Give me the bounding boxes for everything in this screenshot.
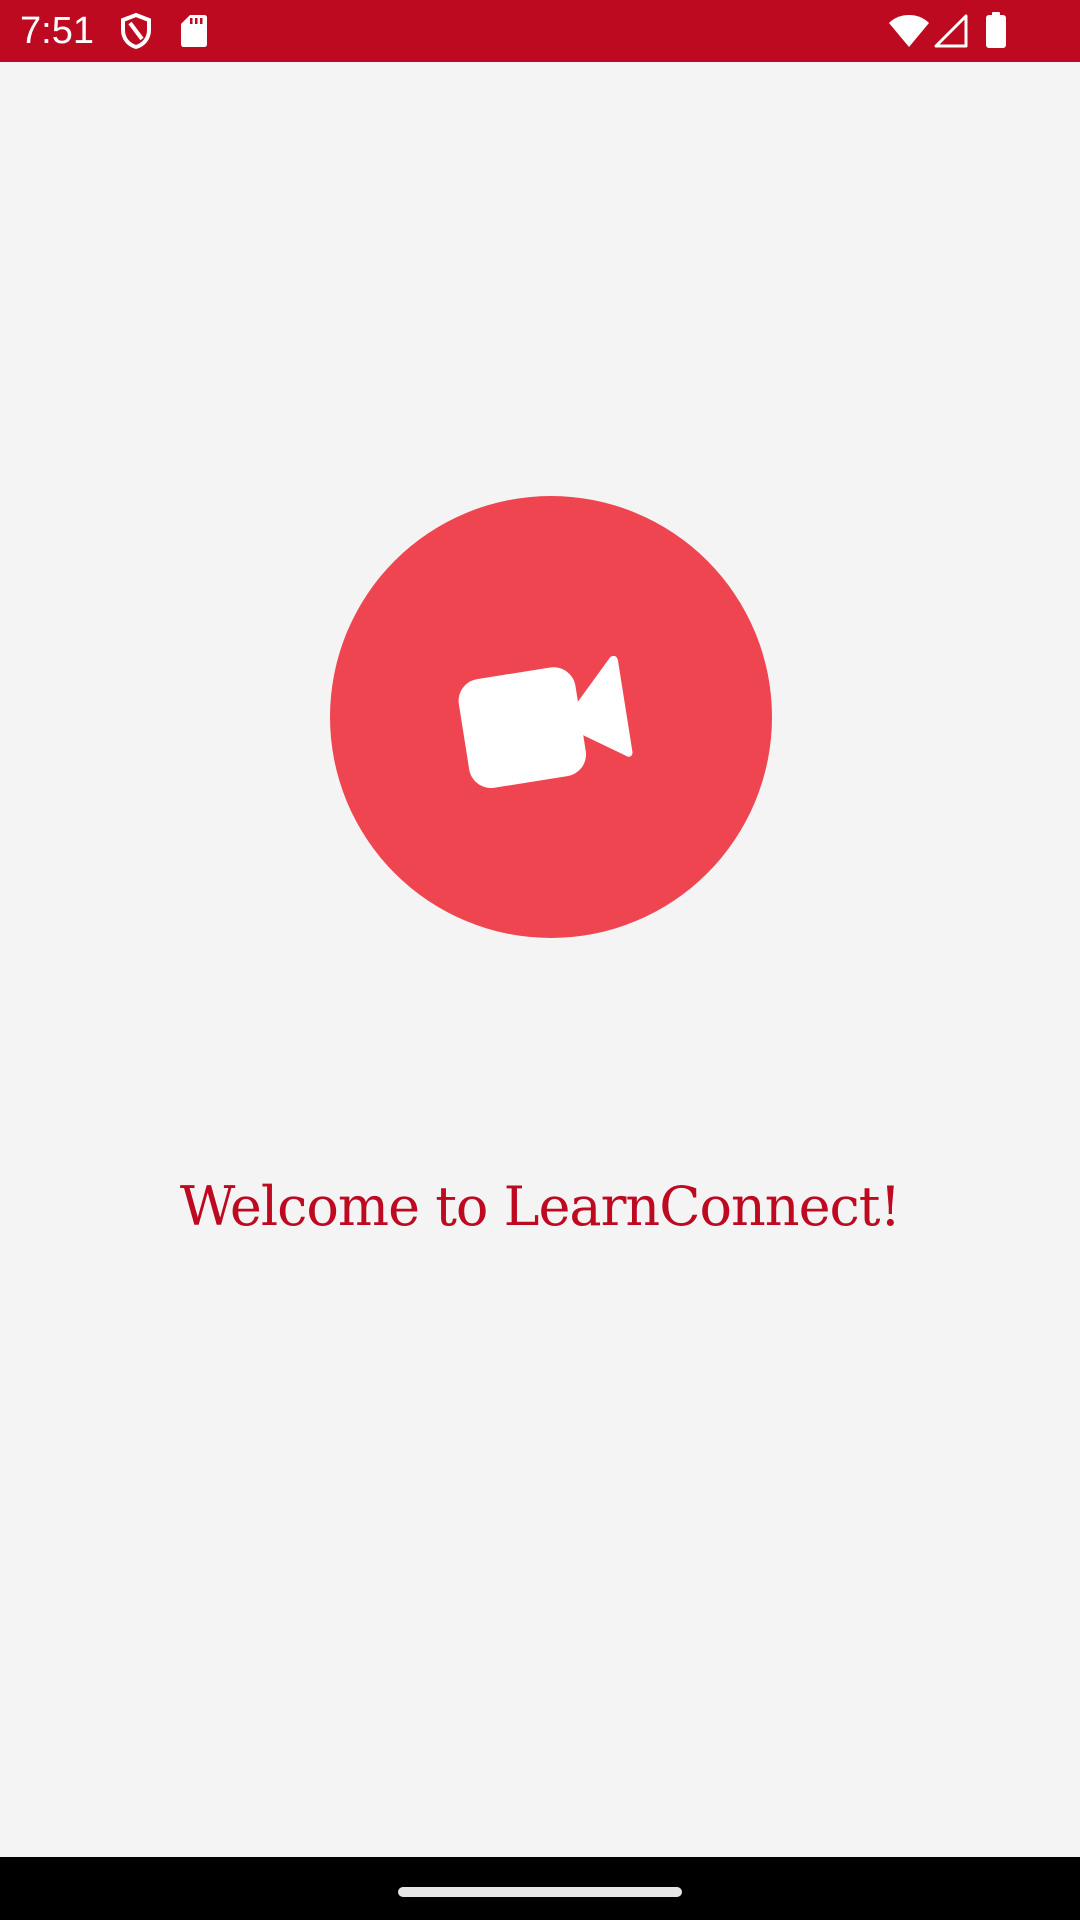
app-logo [330, 496, 772, 938]
video-camera-icon [458, 655, 633, 789]
battery-icon [986, 12, 1006, 52]
welcome-title: Welcome to LearnConnect! [179, 1175, 901, 1238]
welcome-screen: Welcome to LearnConnect! [0, 62, 1080, 1857]
status-bar: 7:51 [0, 0, 1080, 62]
status-time: 7:51 [20, 10, 94, 52]
cellular-signal-icon [934, 14, 968, 52]
navigation-bar [0, 1857, 1080, 1920]
home-handle[interactable] [398, 1887, 682, 1897]
sd-card-icon [180, 14, 208, 52]
shield-icon [120, 12, 152, 53]
wifi-icon [888, 14, 930, 52]
